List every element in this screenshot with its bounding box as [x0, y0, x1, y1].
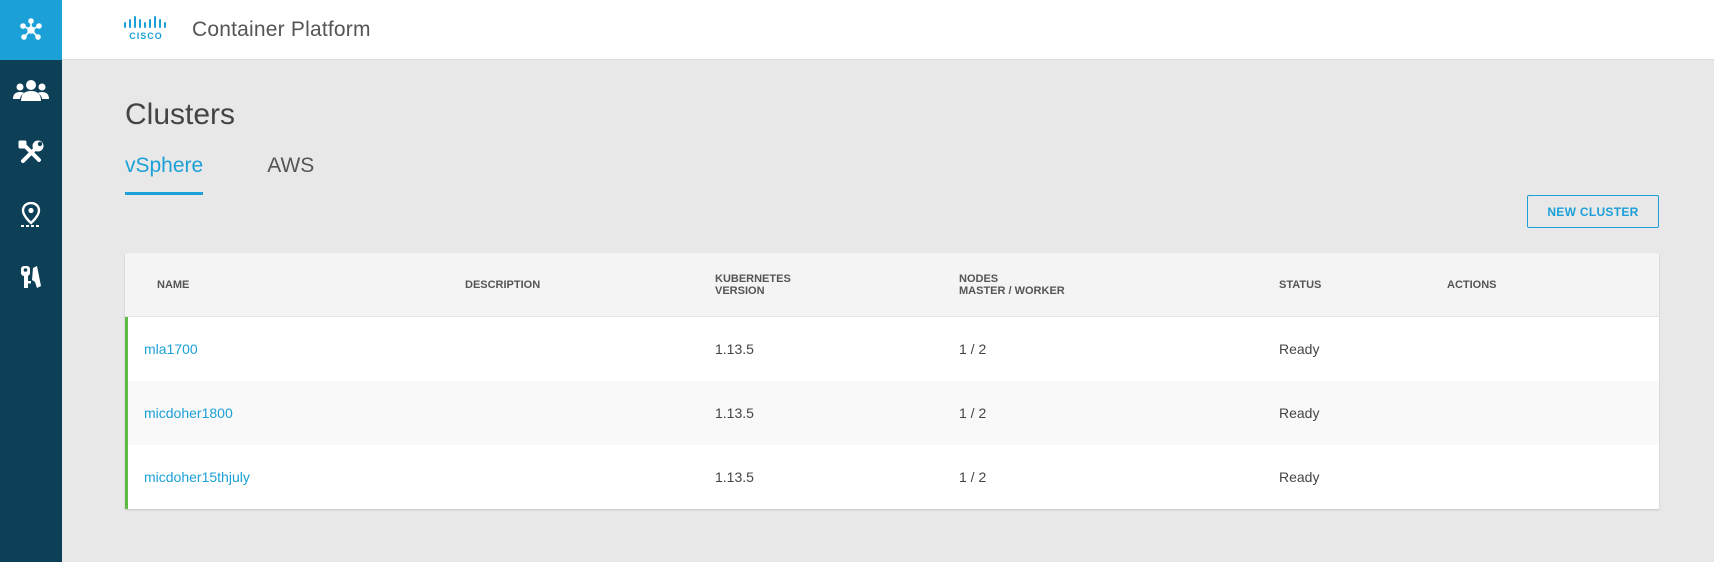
column-header-kubernetes-version[interactable]: KUBERNETES VERSION [715, 273, 791, 297]
tools-icon [18, 140, 44, 163]
column-header-status[interactable]: STATUS [1279, 279, 1321, 291]
cluster-nodes: 1 / 2 [959, 405, 987, 421]
clusters-table: NAME DESCRIPTION KUBERNETES VERSION NODE… [125, 253, 1659, 509]
column-header-kubernetes-line2: VERSION [715, 285, 765, 297]
sidebar-item-location[interactable] [0, 184, 62, 246]
cluster-version: 1.13.5 [715, 405, 754, 421]
table-row[interactable]: micdoher1800 1.13.5 1 / 2 Ready [125, 381, 1659, 445]
column-header-nodes-line1: NODES [959, 273, 999, 285]
column-header-name[interactable]: NAME [157, 279, 189, 291]
table-header: NAME DESCRIPTION KUBERNETES VERSION NODE… [125, 253, 1659, 317]
keys-icon [21, 266, 41, 288]
cluster-tabs: vSphere AWS [125, 154, 378, 256]
column-header-description[interactable]: DESCRIPTION [465, 279, 540, 291]
new-cluster-button[interactable]: NEW CLUSTER [1527, 195, 1659, 228]
sidebar [0, 0, 62, 562]
column-header-kubernetes-line1: KUBERNETES [715, 273, 791, 285]
cluster-status: Ready [1279, 469, 1320, 485]
column-header-actions: ACTIONS [1447, 279, 1497, 291]
cluster-nodes: 1 / 2 [959, 341, 987, 357]
app-title: Container Platform [192, 18, 371, 41]
table-row[interactable]: mla1700 1.13.5 1 / 2 Ready [125, 317, 1659, 381]
top-bar: CISCO Container Platform [62, 0, 1714, 60]
page-title: Clusters [125, 98, 236, 131]
sidebar-item-users[interactable] [0, 60, 62, 122]
sidebar-item-keys[interactable] [0, 246, 62, 308]
cluster-version: 1.13.5 [715, 341, 754, 357]
sidebar-item-clusters[interactable] [0, 0, 62, 60]
tab-vsphere[interactable]: vSphere [125, 154, 204, 196]
cluster-version: 1.13.5 [715, 469, 754, 485]
column-header-nodes-line2: MASTER / WORKER [959, 285, 1065, 297]
cluster-name-link[interactable]: micdoher1800 [144, 405, 233, 421]
cisco-logo-text: CISCO [129, 31, 163, 41]
table-row[interactable]: micdoher15thjuly 1.13.5 1 / 2 Ready [125, 445, 1659, 509]
sidebar-item-tools[interactable] [0, 122, 62, 184]
cluster-name-link[interactable]: mla1700 [144, 341, 198, 357]
column-header-nodes[interactable]: NODES MASTER / WORKER [959, 273, 1065, 297]
cluster-status: Ready [1279, 405, 1320, 421]
cluster-name-link[interactable]: micdoher15thjuly [144, 469, 250, 485]
cluster-status: Ready [1279, 341, 1320, 357]
location-icon [21, 202, 41, 227]
tab-aws[interactable]: AWS [267, 154, 314, 196]
cisco-logo: CISCO [122, 16, 170, 41]
cluster-nodes: 1 / 2 [959, 469, 987, 485]
users-icon [13, 80, 49, 101]
clusters-icon [20, 18, 42, 40]
